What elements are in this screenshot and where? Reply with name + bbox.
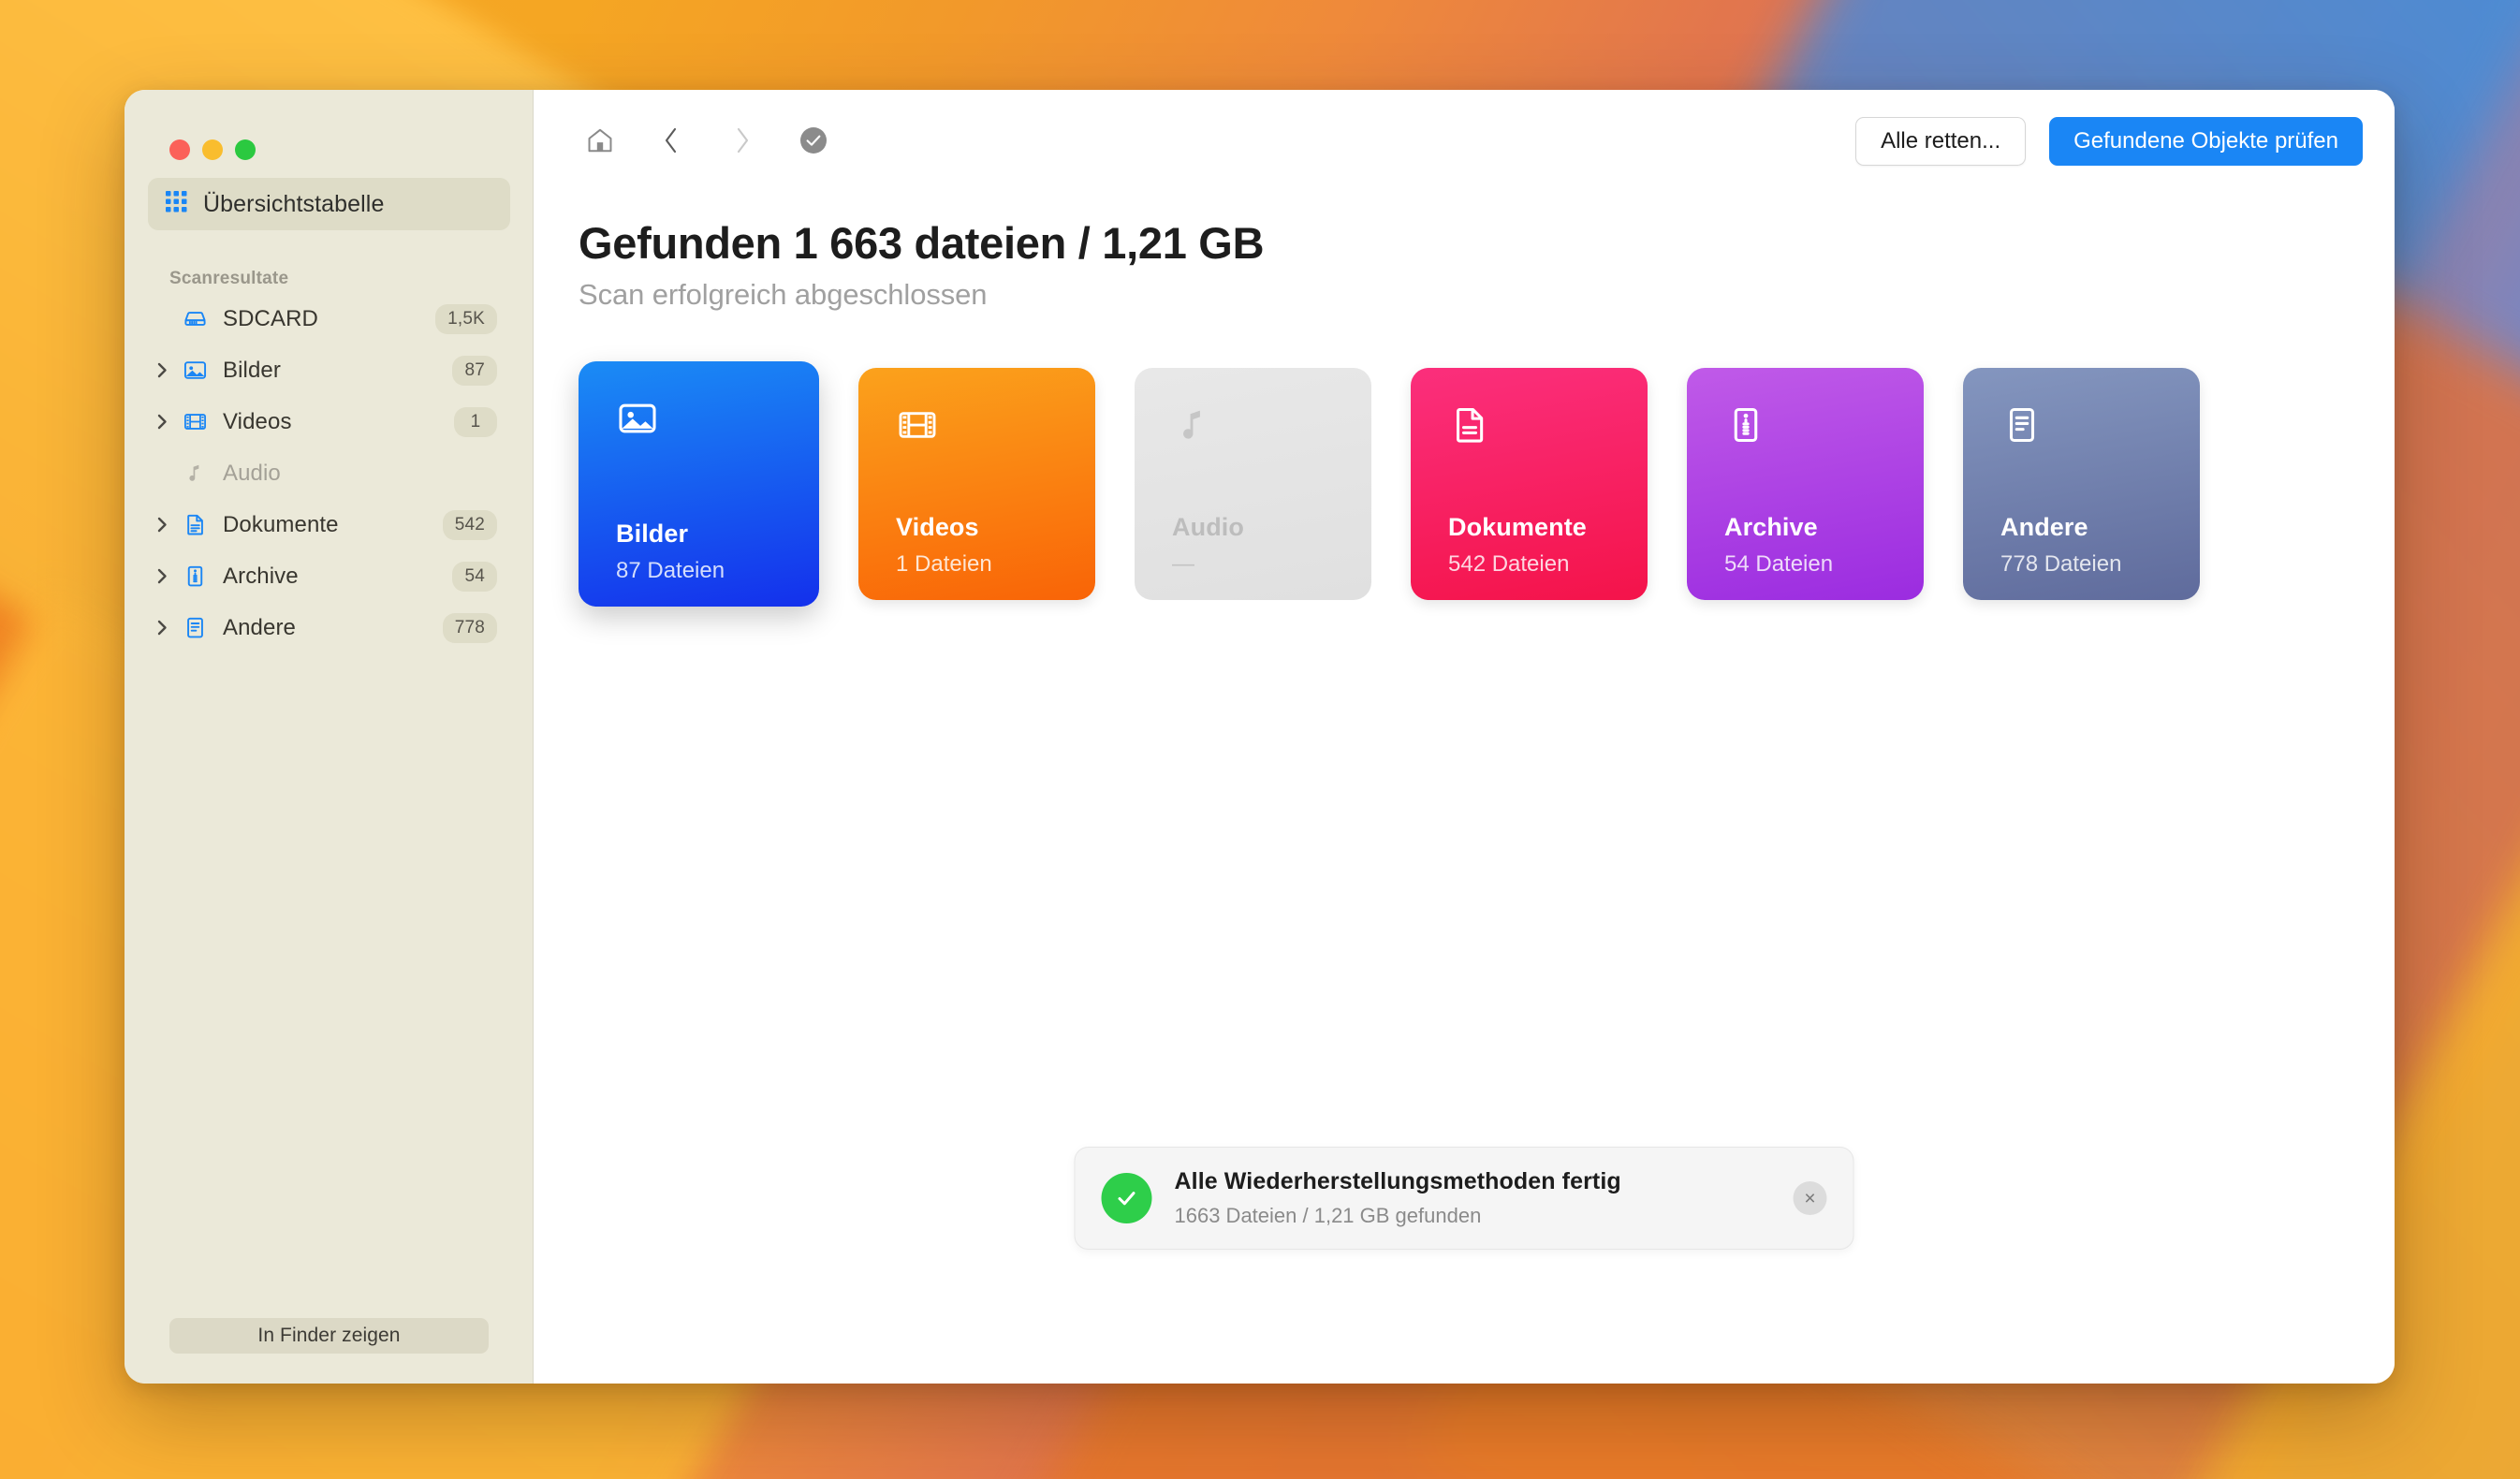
document-icon [176,512,213,537]
sidebar-item-videos[interactable]: Videos 1 [148,396,510,447]
category-card-archive[interactable]: Archive 54 Dateien [1687,368,1924,600]
page-subtitle: Scan erfolgreich abgeschlossen [579,278,988,311]
music-icon [176,461,213,486]
sidebar-item-sdcard[interactable]: SDCARD 1,5K [148,293,510,344]
category-card-count: 1 Dateien [896,551,992,577]
category-card-title: Videos [896,513,979,541]
page-heading: Gefunden 1 663 dateien / 1,21 GB Scan er… [534,193,2395,312]
sidebar-nav-list: SDCARD 1,5K Bilder 87 Videos 1 Audio Dok… [125,293,534,653]
category-card-dokumente[interactable]: Dokumente 542 Dateien [1411,368,1648,600]
sidebar-item-label: Bilder [223,357,281,383]
category-card-grid: Bilder 87 Dateien Videos 1 Dateien Audio… [534,312,2395,607]
category-card-count: 54 Dateien [1724,551,1834,577]
toast-notification: Alle Wiederherstellungsmethoden fertig 1… [1074,1147,1854,1250]
toolbar: Alle retten... Gefundene Objekte prüfen [534,90,2395,193]
sidebar-item-dokumente[interactable]: Dokumente 542 [148,499,510,550]
music-icon [1172,403,1215,451]
sidebar-item-badge: 54 [452,561,497,592]
sidebar-item-label: Archive [223,563,299,589]
chevron-left-icon [661,125,681,158]
sidebar-item-andere[interactable]: Andere 778 [148,602,510,653]
category-card-title: Audio [1172,513,1244,541]
category-card-andere[interactable]: Andere 778 Dateien [1963,368,2200,600]
sidebar-item-badge: 87 [452,355,497,386]
category-card-count: 778 Dateien [2000,551,2122,577]
check-circle-icon [798,124,829,159]
sidebar-item-badge: 778 [442,612,497,643]
sidebar-item-audio[interactable]: Audio [148,447,510,499]
photo-icon [616,397,659,445]
sidebar-item-bilder[interactable]: Bilder 87 [148,344,510,396]
category-card-count: — [1172,551,1194,577]
chevron-right-icon [732,125,753,158]
chevron-right-icon[interactable] [148,516,176,534]
sidebar-section-title: Scanresultate [169,269,289,288]
back-button[interactable] [650,120,693,163]
chevron-right-icon[interactable] [148,413,176,431]
show-in-finder-button[interactable]: In Finder zeigen [169,1318,489,1354]
toast-close-button[interactable]: × [1793,1181,1827,1215]
category-card-title: Bilder [616,520,689,548]
sidebar-item-archive[interactable]: Archive 54 [148,550,510,602]
page-title: Gefunden 1 663 dateien / 1,21 GB [579,218,1265,268]
category-card-count: 542 Dateien [1448,551,1570,577]
sidebar-item-label: Andere [223,614,296,640]
drive-icon [176,306,213,331]
verify-button[interactable] [792,120,835,163]
category-card-title: Dokumente [1448,513,1587,541]
grid-icon [165,190,188,218]
toast-title: Alle Wiederherstellungsmethoden fertig [1174,1168,1621,1194]
category-card-bilder[interactable]: Bilder 87 Dateien [579,361,819,607]
sidebar-item-label: Videos [223,408,292,434]
app-window: Übersichtstabelle Scanresultate SDCARD 1… [125,90,2395,1384]
file-list-icon [176,615,213,640]
photo-icon [176,358,213,383]
check-circle-icon [1101,1173,1152,1223]
sidebar-item-overview-label: Übersichtstabelle [203,190,385,217]
film-icon [896,403,939,451]
film-icon [176,409,213,434]
sidebar-item-label: Audio [223,460,281,486]
category-card-videos[interactable]: Videos 1 Dateien [858,368,1095,600]
home-button[interactable] [579,120,622,163]
archive-icon [1724,403,1767,451]
document-icon [1448,403,1491,451]
category-card-title: Andere [2000,513,2088,541]
chevron-right-icon[interactable] [148,361,176,379]
chevron-right-icon[interactable] [148,567,176,585]
archive-icon [176,564,213,589]
toast-subtitle: 1663 Dateien / 1,21 GB gefunden [1174,1204,1482,1227]
sidebar: Übersichtstabelle Scanresultate SDCARD 1… [125,90,534,1384]
chevron-right-icon[interactable] [148,619,176,637]
category-card-title: Archive [1724,513,1818,541]
sidebar-item-overview[interactable]: Übersichtstabelle [148,178,510,230]
home-icon [585,125,615,158]
file-list-icon [2000,403,2044,451]
save-all-button[interactable]: Alle retten... [1855,117,2027,166]
sidebar-item-label: Dokumente [223,511,339,537]
sidebar-item-badge: 542 [442,509,497,540]
category-card-audio[interactable]: Audio — [1135,368,1371,600]
window-controls [125,90,534,170]
minimize-button[interactable] [202,139,223,160]
zoom-button[interactable] [235,139,256,160]
sidebar-item-badge: 1,5K [435,303,497,334]
category-card-count: 87 Dateien [616,558,725,583]
forward-button[interactable] [721,120,764,163]
main-content: Alle retten... Gefundene Objekte prüfen … [534,90,2395,1384]
check-found-objects-button[interactable]: Gefundene Objekte prüfen [2049,117,2363,166]
sidebar-item-label: SDCARD [223,305,318,331]
sidebar-item-badge: 1 [454,406,497,437]
close-button[interactable] [169,139,190,160]
